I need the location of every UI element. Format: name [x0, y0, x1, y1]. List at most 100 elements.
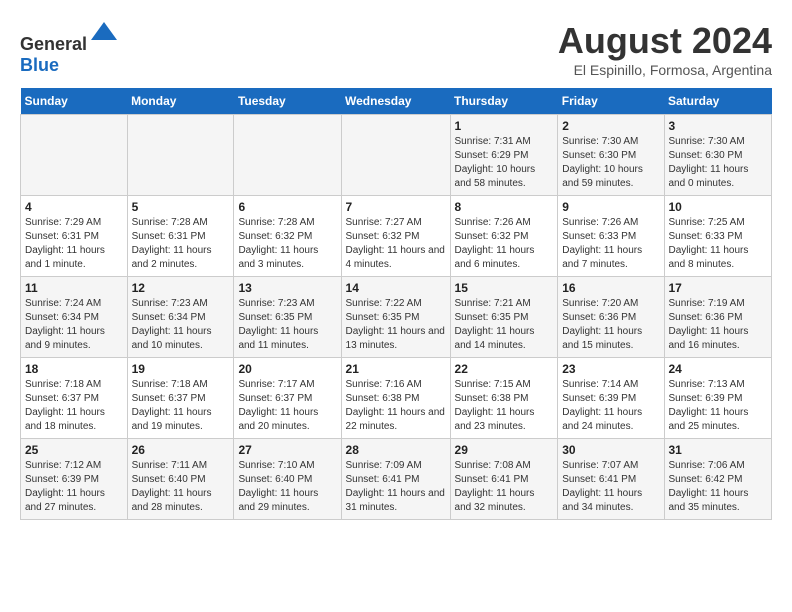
- calendar-cell: 18 Sunrise: 7:18 AMSunset: 6:37 PMDayligh…: [21, 358, 128, 439]
- logo-blue: Blue: [20, 55, 59, 75]
- calendar-cell: [21, 115, 128, 196]
- title-section: August 2024 El Espinillo, Formosa, Argen…: [558, 20, 772, 78]
- day-number: 25: [25, 443, 123, 457]
- day-number: 27: [238, 443, 336, 457]
- calendar-cell: 16 Sunrise: 7:20 AMSunset: 6:36 PMDayligh…: [558, 277, 664, 358]
- calendar-cell: 27 Sunrise: 7:10 AMSunset: 6:40 PMDayligh…: [234, 439, 341, 520]
- day-number: 7: [346, 200, 446, 214]
- day-number: 4: [25, 200, 123, 214]
- logo-general: General: [20, 34, 87, 54]
- logo: General Blue: [20, 20, 119, 76]
- calendar-cell: 15 Sunrise: 7:21 AMSunset: 6:35 PMDayligh…: [450, 277, 558, 358]
- location-subtitle: El Espinillo, Formosa, Argentina: [558, 62, 772, 78]
- day-info: Sunrise: 7:17 AMSunset: 6:37 PMDaylight:…: [238, 378, 336, 434]
- day-number: 9: [562, 200, 659, 214]
- calendar-cell: 31Sunrise: 7:06 AMSunset: 6:42 PMDayligh…: [664, 439, 772, 520]
- day-info: Sunrise: 7:07 AMSunset: 6:41 PMDaylight:…: [562, 459, 659, 515]
- day-info: Sunrise: 7:23 AMSunset: 6:34 PMDaylight:…: [132, 297, 230, 353]
- calendar-cell: 14Sunrise: 7:22 AMSunset: 6:35 PMDayligh…: [341, 277, 450, 358]
- col-wednesday: Wednesday: [341, 88, 450, 115]
- day-number: 17: [669, 281, 768, 295]
- calendar-cell: 9 Sunrise: 7:26 AMSunset: 6:33 PMDaylight…: [558, 196, 664, 277]
- calendar-cell: 1 Sunrise: 7:31 AMSunset: 6:29 PMDaylight…: [450, 115, 558, 196]
- calendar-cell: 3 Sunrise: 7:30 AMSunset: 6:30 PMDaylight…: [664, 115, 772, 196]
- col-sunday: Sunday: [21, 88, 128, 115]
- day-number: 16: [562, 281, 659, 295]
- calendar-cell: [341, 115, 450, 196]
- calendar-cell: 2 Sunrise: 7:30 AMSunset: 6:30 PMDaylight…: [558, 115, 664, 196]
- calendar-cell: 8 Sunrise: 7:26 AMSunset: 6:32 PMDaylight…: [450, 196, 558, 277]
- calendar-cell: 26Sunrise: 7:11 AMSunset: 6:40 PMDayligh…: [127, 439, 234, 520]
- logo-text: General Blue: [20, 20, 119, 76]
- calendar-cell: 28 Sunrise: 7:09 AMSunset: 6:41 PMDayligh…: [341, 439, 450, 520]
- day-number: 12: [132, 281, 230, 295]
- calendar-cell: 22Sunrise: 7:15 AMSunset: 6:38 PMDayligh…: [450, 358, 558, 439]
- calendar-cell: [127, 115, 234, 196]
- day-info: Sunrise: 7:21 AMSunset: 6:35 PMDaylight:…: [455, 297, 554, 353]
- col-thursday: Thursday: [450, 88, 558, 115]
- calendar-cell: 4 Sunrise: 7:29 AMSunset: 6:31 PMDaylight…: [21, 196, 128, 277]
- calendar-cell: 30Sunrise: 7:07 AMSunset: 6:41 PMDayligh…: [558, 439, 664, 520]
- day-info: Sunrise: 7:22 AMSunset: 6:35 PMDaylight:…: [346, 297, 446, 353]
- day-info: Sunrise: 7:30 AMSunset: 6:30 PMDaylight:…: [669, 135, 768, 191]
- day-info: Sunrise: 7:09 AMSunset: 6:41 PMDaylight:…: [346, 459, 446, 515]
- day-number: 3: [669, 119, 768, 133]
- calendar-cell: 7 Sunrise: 7:27 AMSunset: 6:32 PMDaylight…: [341, 196, 450, 277]
- day-info: Sunrise: 7:28 AMSunset: 6:32 PMDaylight:…: [238, 216, 336, 272]
- day-number: 29: [455, 443, 554, 457]
- calendar-header: Sunday Monday Tuesday Wednesday Thursday…: [21, 88, 772, 115]
- day-info: Sunrise: 7:10 AMSunset: 6:40 PMDaylight:…: [238, 459, 336, 515]
- day-info: Sunrise: 7:26 AMSunset: 6:33 PMDaylight:…: [562, 216, 659, 272]
- calendar-cell: 25 Sunrise: 7:12 AMSunset: 6:39 PMDayligh…: [21, 439, 128, 520]
- day-number: 28: [346, 443, 446, 457]
- day-info: Sunrise: 7:19 AMSunset: 6:36 PMDaylight:…: [669, 297, 768, 353]
- day-info: Sunrise: 7:26 AMSunset: 6:32 PMDaylight:…: [455, 216, 554, 272]
- day-info: Sunrise: 7:24 AMSunset: 6:34 PMDaylight:…: [25, 297, 123, 353]
- day-info: Sunrise: 7:12 AMSunset: 6:39 PMDaylight:…: [25, 459, 123, 515]
- day-info: Sunrise: 7:29 AMSunset: 6:31 PMDaylight:…: [25, 216, 123, 272]
- day-number: 2: [562, 119, 659, 133]
- calendar-cell: 24Sunrise: 7:13 AMSunset: 6:39 PMDayligh…: [664, 358, 772, 439]
- col-monday: Monday: [127, 88, 234, 115]
- day-info: Sunrise: 7:08 AMSunset: 6:41 PMDaylight:…: [455, 459, 554, 515]
- day-number: 19: [132, 362, 230, 376]
- calendar-cell: 6 Sunrise: 7:28 AMSunset: 6:32 PMDaylight…: [234, 196, 341, 277]
- day-number: 21: [346, 362, 446, 376]
- week-row-1: 1 Sunrise: 7:31 AMSunset: 6:29 PMDaylight…: [21, 115, 772, 196]
- calendar-table: Sunday Monday Tuesday Wednesday Thursday…: [20, 88, 772, 520]
- page-header: General Blue August 2024 El Espinillo, F…: [20, 20, 772, 78]
- day-number: 5: [132, 200, 230, 214]
- calendar-cell: 29 Sunrise: 7:08 AMSunset: 6:41 PMDayligh…: [450, 439, 558, 520]
- day-info: Sunrise: 7:25 AMSunset: 6:33 PMDaylight:…: [669, 216, 768, 272]
- day-info: Sunrise: 7:18 AMSunset: 6:37 PMDaylight:…: [132, 378, 230, 434]
- calendar-body: 1 Sunrise: 7:31 AMSunset: 6:29 PMDaylight…: [21, 115, 772, 520]
- calendar-cell: 17 Sunrise: 7:19 AMSunset: 6:36 PMDayligh…: [664, 277, 772, 358]
- day-info: Sunrise: 7:27 AMSunset: 6:32 PMDaylight:…: [346, 216, 446, 272]
- day-number: 15: [455, 281, 554, 295]
- day-info: Sunrise: 7:30 AMSunset: 6:30 PMDaylight:…: [562, 135, 659, 191]
- calendar-cell: 23 Sunrise: 7:14 AMSunset: 6:39 PMDayligh…: [558, 358, 664, 439]
- logo-icon: [89, 20, 119, 50]
- calendar-cell: 21Sunrise: 7:16 AMSunset: 6:38 PMDayligh…: [341, 358, 450, 439]
- day-number: 6: [238, 200, 336, 214]
- day-number: 11: [25, 281, 123, 295]
- day-number: 23: [562, 362, 659, 376]
- calendar-cell: 19 Sunrise: 7:18 AMSunset: 6:37 PMDayligh…: [127, 358, 234, 439]
- day-info: Sunrise: 7:18 AMSunset: 6:37 PMDaylight:…: [25, 378, 123, 434]
- day-number: 8: [455, 200, 554, 214]
- week-row-4: 18 Sunrise: 7:18 AMSunset: 6:37 PMDayligh…: [21, 358, 772, 439]
- day-number: 18: [25, 362, 123, 376]
- week-row-5: 25 Sunrise: 7:12 AMSunset: 6:39 PMDayligh…: [21, 439, 772, 520]
- week-row-2: 4 Sunrise: 7:29 AMSunset: 6:31 PMDaylight…: [21, 196, 772, 277]
- day-number: 13: [238, 281, 336, 295]
- day-info: Sunrise: 7:23 AMSunset: 6:35 PMDaylight:…: [238, 297, 336, 353]
- day-info: Sunrise: 7:31 AMSunset: 6:29 PMDaylight:…: [455, 135, 554, 191]
- col-friday: Friday: [558, 88, 664, 115]
- week-row-3: 11 Sunrise: 7:24 AMSunset: 6:34 PMDayligh…: [21, 277, 772, 358]
- day-number: 31: [669, 443, 768, 457]
- day-info: Sunrise: 7:28 AMSunset: 6:31 PMDaylight:…: [132, 216, 230, 272]
- day-info: Sunrise: 7:20 AMSunset: 6:36 PMDaylight:…: [562, 297, 659, 353]
- day-info: Sunrise: 7:15 AMSunset: 6:38 PMDaylight:…: [455, 378, 554, 434]
- day-number: 1: [455, 119, 554, 133]
- day-info: Sunrise: 7:14 AMSunset: 6:39 PMDaylight:…: [562, 378, 659, 434]
